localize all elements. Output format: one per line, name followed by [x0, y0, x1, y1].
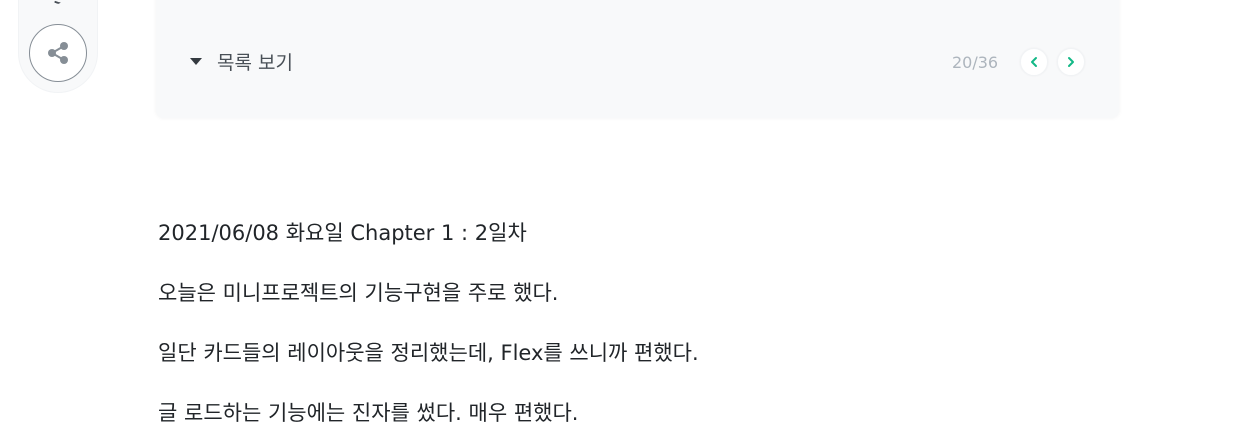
chevron-right-icon: [1068, 57, 1075, 67]
post-paragraph-date: 2021/06/08 화요일 Chapter 1 : 2일차: [158, 221, 527, 245]
series-pager: 20/36: [952, 47, 1094, 77]
post-content: 2021/06/08 화요일 Chapter 1 : 2일차 오늘은 미니프로젝…: [158, 220, 1118, 439]
series-position: 20/36: [952, 52, 999, 72]
post-page: 목록 보기 20/36 2021/06/08 화요일 Chapter 1 : 2…: [0, 0, 1244, 439]
share-icon: [48, 42, 68, 64]
caret-down-icon: [190, 57, 202, 65]
series-list-toggle-label: 목록 보기: [217, 51, 293, 74]
series-next-button[interactable]: [1057, 48, 1086, 76]
post-paragraph: 일단 카드들의 레이아웃을 정리했는데, Flex를 쓰니까 편했다.: [158, 341, 699, 365]
chevron-left-icon: [1031, 57, 1038, 67]
series-prev-button[interactable]: [1020, 48, 1049, 76]
post-paragraph: 오늘은 미니프로젝트의 기능구현을 주로 했다.: [158, 281, 559, 305]
series-list-toggle[interactable]: 목록 보기: [190, 47, 293, 75]
post-paragraph: 글 로드하는 기능에는 진자를 썼다. 매우 편했다.: [158, 401, 579, 425]
share-button[interactable]: [29, 24, 87, 82]
